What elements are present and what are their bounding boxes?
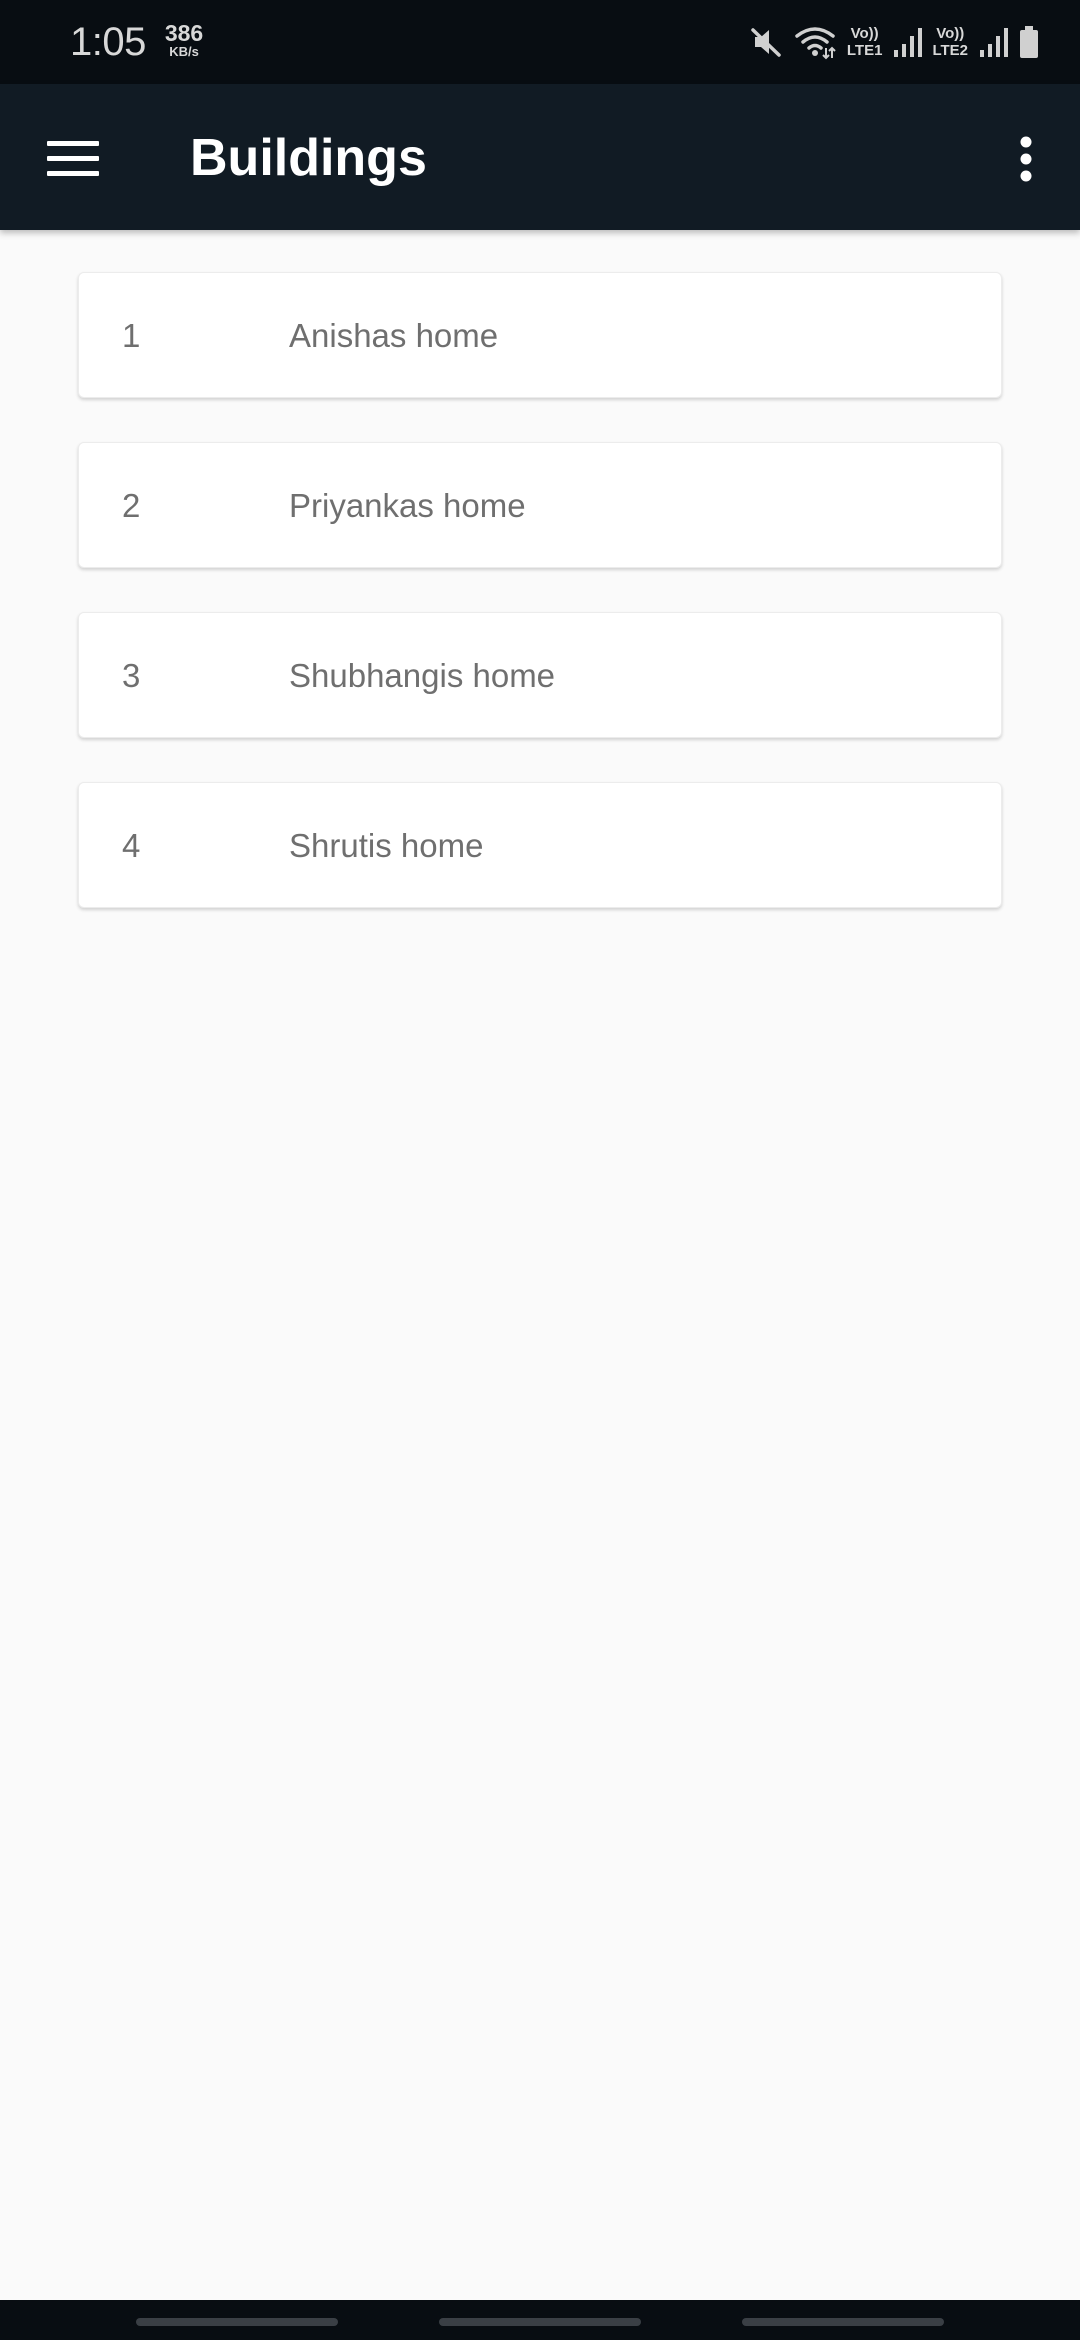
battery-icon [1018, 25, 1040, 59]
overflow-menu-button[interactable] [994, 124, 1058, 198]
status-icons: Vo)) LTE1 Vo)) LTE2 [749, 20, 1040, 64]
building-card[interactable]: 3 Shubhangis home [78, 612, 1002, 738]
nav-recents-handle[interactable] [136, 2318, 338, 2326]
signal-icon [892, 26, 923, 58]
building-name: Priyankas home [289, 487, 526, 524]
building-id: 3 [122, 657, 141, 694]
sim2-indicator: Vo)) LTE2 [932, 25, 968, 59]
page-title: Buildings [190, 129, 427, 187]
more-vert-icon [1019, 136, 1033, 187]
system-nav-bar [0, 2300, 1080, 2340]
status-time: 1:05 [70, 20, 146, 64]
sim1-label: LTE1 [846, 42, 883, 59]
building-name: Shrutis home [289, 827, 484, 864]
building-id: 2 [122, 487, 141, 524]
menu-button[interactable] [36, 124, 110, 198]
signal-icon [978, 26, 1008, 58]
wifi-icon [793, 24, 837, 60]
hamburger-menu-icon [47, 140, 99, 182]
building-card[interactable]: 4 Shrutis home [78, 782, 1002, 908]
sim1-volte: Vo)) [850, 25, 879, 42]
app-bar: Buildings [0, 84, 1080, 230]
sim1-indicator: Vo)) LTE1 [847, 25, 883, 59]
sim2-volte: Vo)) [936, 25, 965, 42]
nav-back-handle[interactable] [742, 2318, 944, 2326]
sim2-label: LTE2 [932, 42, 968, 59]
building-id: 4 [122, 827, 141, 864]
status-bar: 1:05 386 KB/s Vo)) LTE1 Vo)) LTE2 [0, 0, 1080, 84]
network-speed-value: 386 [164, 20, 204, 46]
building-list: 1 Anishas home 2 Priyankas home 3 Shubha… [78, 272, 1002, 952]
network-speed-unit: KB/s [169, 44, 199, 59]
building-card[interactable]: 1 Anishas home [78, 272, 1002, 398]
nav-home-handle[interactable] [439, 2318, 641, 2326]
building-name: Anishas home [289, 317, 499, 354]
building-name: Shubhangis home [289, 657, 556, 694]
mute-icon [749, 25, 783, 59]
building-id: 1 [122, 317, 141, 354]
network-speed: 386 KB/s [160, 22, 208, 59]
building-card[interactable]: 2 Priyankas home [78, 442, 1002, 568]
